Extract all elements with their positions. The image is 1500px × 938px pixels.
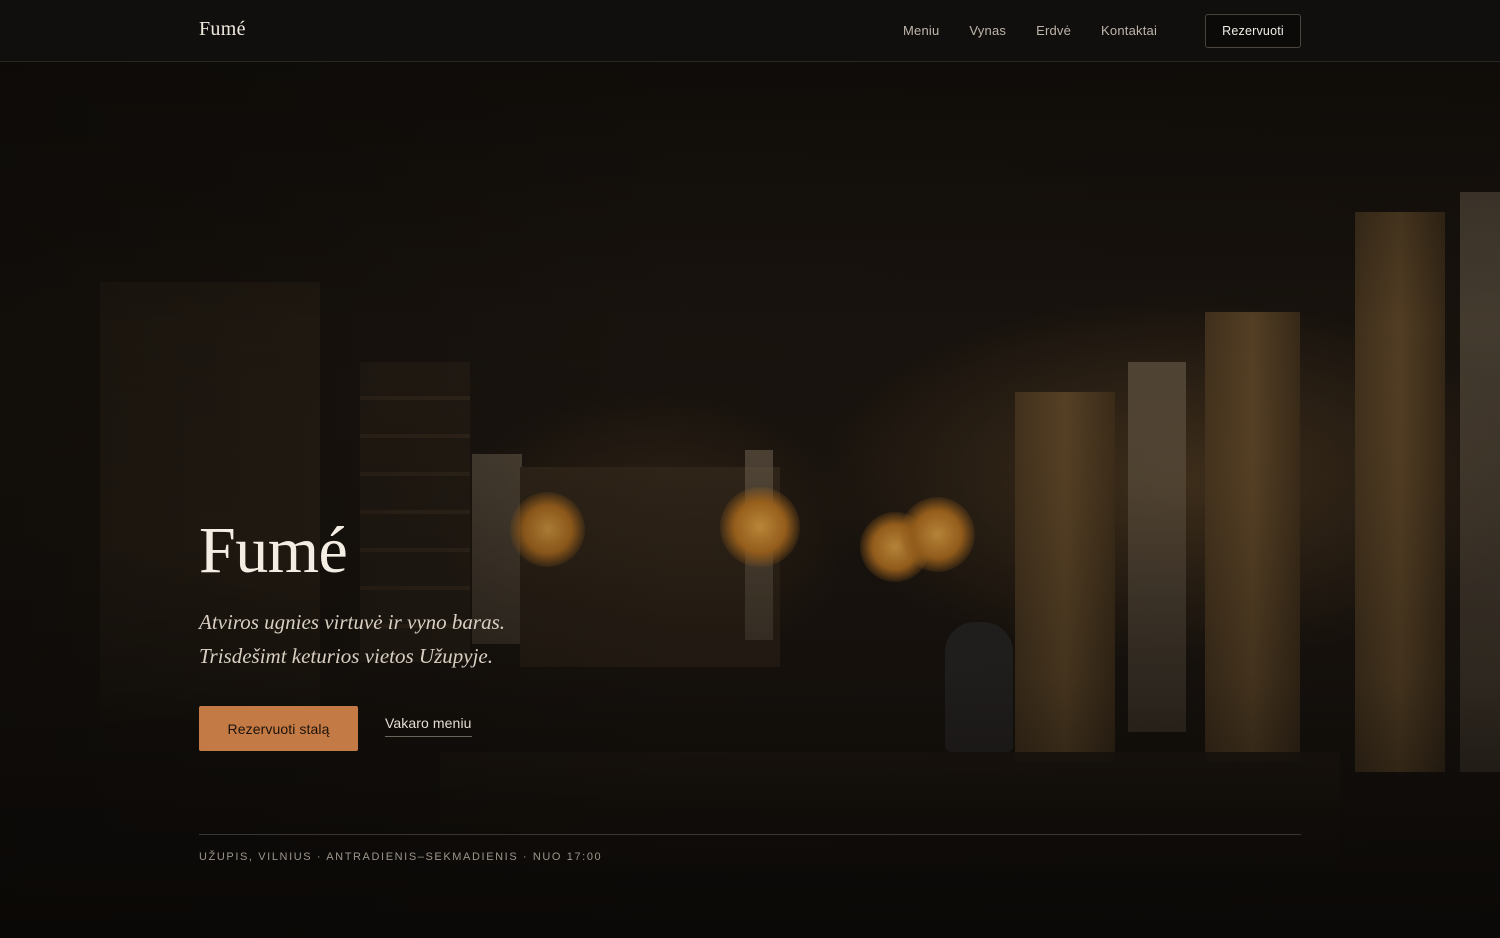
nav-link-erdve[interactable]: Erdvė	[1036, 23, 1071, 38]
divider	[199, 834, 1301, 835]
nav-link-kontaktai[interactable]: Kontaktai	[1101, 23, 1157, 38]
tagline-line-1: Atviros ugnies virtuvė ir vyno baras.	[199, 610, 506, 634]
evening-menu-link[interactable]: Vakaro meniu	[385, 715, 472, 737]
reserve-button[interactable]: Rezervuoti	[1205, 14, 1301, 48]
site-header: Fumé Meniu Vynas Erdvė Kontaktai Rezervu…	[0, 0, 1500, 62]
nav-link-meniu[interactable]: Meniu	[903, 23, 939, 38]
logo[interactable]: Fumé	[199, 18, 246, 41]
reserve-table-button[interactable]: Rezervuoti stalą	[199, 706, 358, 751]
hero-tagline: Atviros ugnies virtuvė ir vyno baras. Tr…	[199, 605, 505, 673]
nav-link-vynas[interactable]: Vynas	[969, 23, 1006, 38]
main-nav: Meniu Vynas Erdvė Kontaktai	[903, 23, 1157, 38]
location-hours-info: UŽUPIS, VILNIUS · ANTRADIENIS–SEKMADIENI…	[199, 851, 603, 863]
hero-actions: Rezervuoti stalą Vakaro meniu	[199, 706, 599, 751]
tagline-line-2: Trisdešimt keturios vietos Užupyje.	[199, 644, 493, 668]
hero-section: Fumé Atviros ugnies virtuvė ir vyno bara…	[199, 514, 505, 751]
hero-overlay	[0, 62, 1500, 938]
hero-title: Fumé	[199, 514, 348, 587]
